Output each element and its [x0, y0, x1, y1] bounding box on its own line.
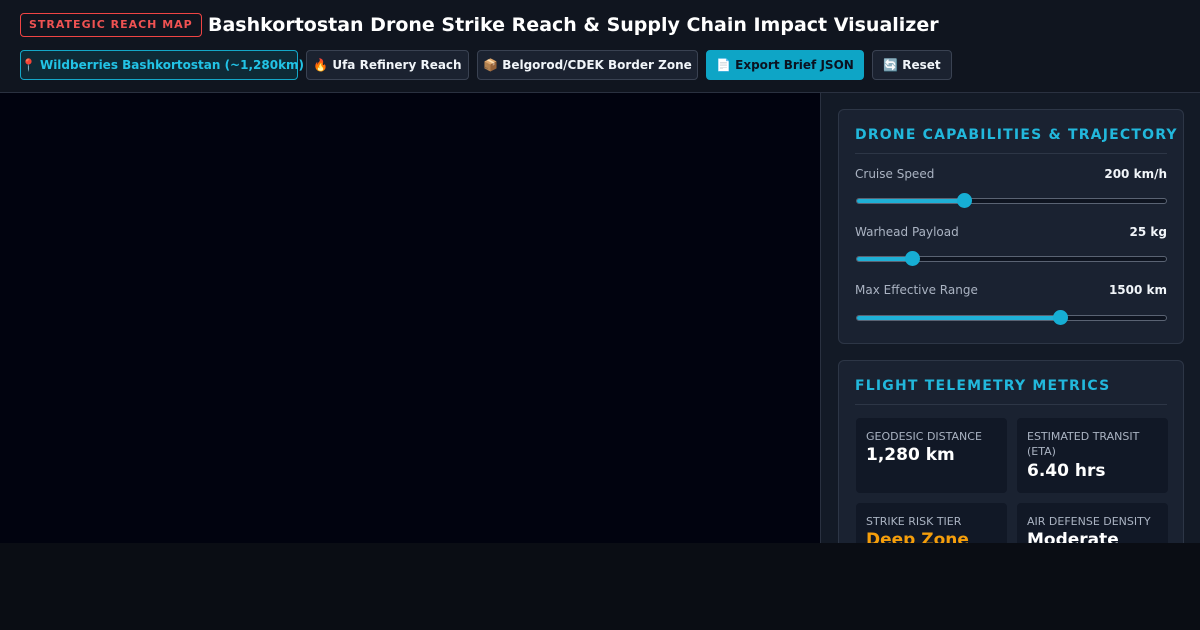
- strategic-map-badge: STRATEGIC REACH MAP: [20, 13, 202, 37]
- max-range-slider-thumb[interactable]: [1052, 310, 1068, 325]
- cruise-speed-value: 200 km/h: [1104, 167, 1167, 181]
- drone-capabilities-card: DRONE CAPABILITIES & TRAJECTORY Cruise S…: [838, 109, 1184, 344]
- air-defense-label: AIR DEFENSE DENSITY: [1027, 515, 1151, 528]
- geodesic-distance-value: 1,280 km: [866, 445, 955, 465]
- ufa-refinery-button[interactable]: 🔥 Ufa Refinery Reach: [306, 50, 469, 80]
- eta-metric: ESTIMATED TRANSIT (ETA) 6.40 hrs: [1017, 418, 1168, 493]
- divider: [855, 404, 1167, 405]
- wildberries-preset-button[interactable]: 📍 Wildberries Bashkortostan (~1,280km): [20, 50, 304, 80]
- strike-risk-metric: STRIKE RISK TIER Deep Zone: [856, 503, 1007, 543]
- belgorod-border-button[interactable]: 📦 Belgorod/CDEK Border Zone: [477, 50, 698, 80]
- flight-telemetry-card: FLIGHT TELEMETRY METRICS GEODESIC DISTAN…: [838, 360, 1184, 543]
- cruise-speed-slider-fill: [857, 199, 966, 203]
- side-panel: DRONE CAPABILITIES & TRAJECTORY Cruise S…: [820, 93, 1200, 543]
- max-range-label: Max Effective Range: [855, 283, 978, 297]
- air-defense-value: Moderate: [1027, 530, 1119, 543]
- cruise-speed-label: Cruise Speed: [855, 167, 935, 181]
- page-title: Bashkortostan Drone Strike Reach & Suppl…: [208, 14, 939, 36]
- export-json-label: Export Brief JSON: [735, 58, 854, 72]
- geodesic-distance-metric: GEODESIC DISTANCE 1,280 km: [856, 418, 1007, 493]
- belgorod-border-label: Belgorod/CDEK Border Zone: [502, 58, 692, 72]
- max-range-slider-fill: [857, 316, 1061, 320]
- warhead-payload-slider-thumb[interactable]: [904, 251, 920, 266]
- max-range-value: 1500 km: [1108, 283, 1167, 297]
- reset-label: Reset: [902, 58, 941, 72]
- eta-value: 6.40 hrs: [1027, 461, 1106, 481]
- warhead-payload-value: 25 kg: [1129, 225, 1167, 239]
- divider: [855, 153, 1167, 154]
- flight-telemetry-title: FLIGHT TELEMETRY METRICS: [855, 378, 1111, 394]
- strike-risk-label: STRIKE RISK TIER: [866, 515, 962, 528]
- app-window: STRATEGIC REACH MAP Bashkortostan Drone …: [0, 0, 1200, 543]
- cruise-speed-slider[interactable]: [856, 193, 1167, 208]
- strike-risk-value: Deep Zone: [866, 530, 969, 543]
- cruise-speed-slider-thumb[interactable]: [957, 193, 973, 208]
- map-pin-icon: 📍: [21, 58, 36, 72]
- strike-reach-map[interactable]: [0, 93, 820, 543]
- export-json-button[interactable]: 📄 Export Brief JSON: [706, 50, 864, 80]
- max-range-slider[interactable]: [856, 310, 1167, 325]
- warhead-payload-slider[interactable]: [856, 251, 1167, 266]
- warhead-payload-label: Warhead Payload: [855, 225, 959, 239]
- drone-capabilities-title: DRONE CAPABILITIES & TRAJECTORY: [855, 127, 1178, 143]
- geodesic-distance-label: GEODESIC DISTANCE: [866, 430, 982, 443]
- header-bar: STRATEGIC REACH MAP Bashkortostan Drone …: [0, 0, 1200, 93]
- air-defense-metric: AIR DEFENSE DENSITY Moderate: [1017, 503, 1168, 543]
- eta-label: ESTIMATED TRANSIT (ETA): [1027, 430, 1140, 458]
- ufa-refinery-label: Ufa Refinery Reach: [332, 58, 462, 72]
- document-icon: 📄: [716, 58, 732, 72]
- refresh-icon: 🔄: [883, 58, 899, 72]
- reset-button[interactable]: 🔄 Reset: [872, 50, 952, 80]
- package-icon: 📦: [483, 58, 499, 72]
- fire-icon: 🔥: [313, 58, 329, 72]
- wildberries-preset-label: Wildberries Bashkortostan (~1,280km): [39, 58, 305, 72]
